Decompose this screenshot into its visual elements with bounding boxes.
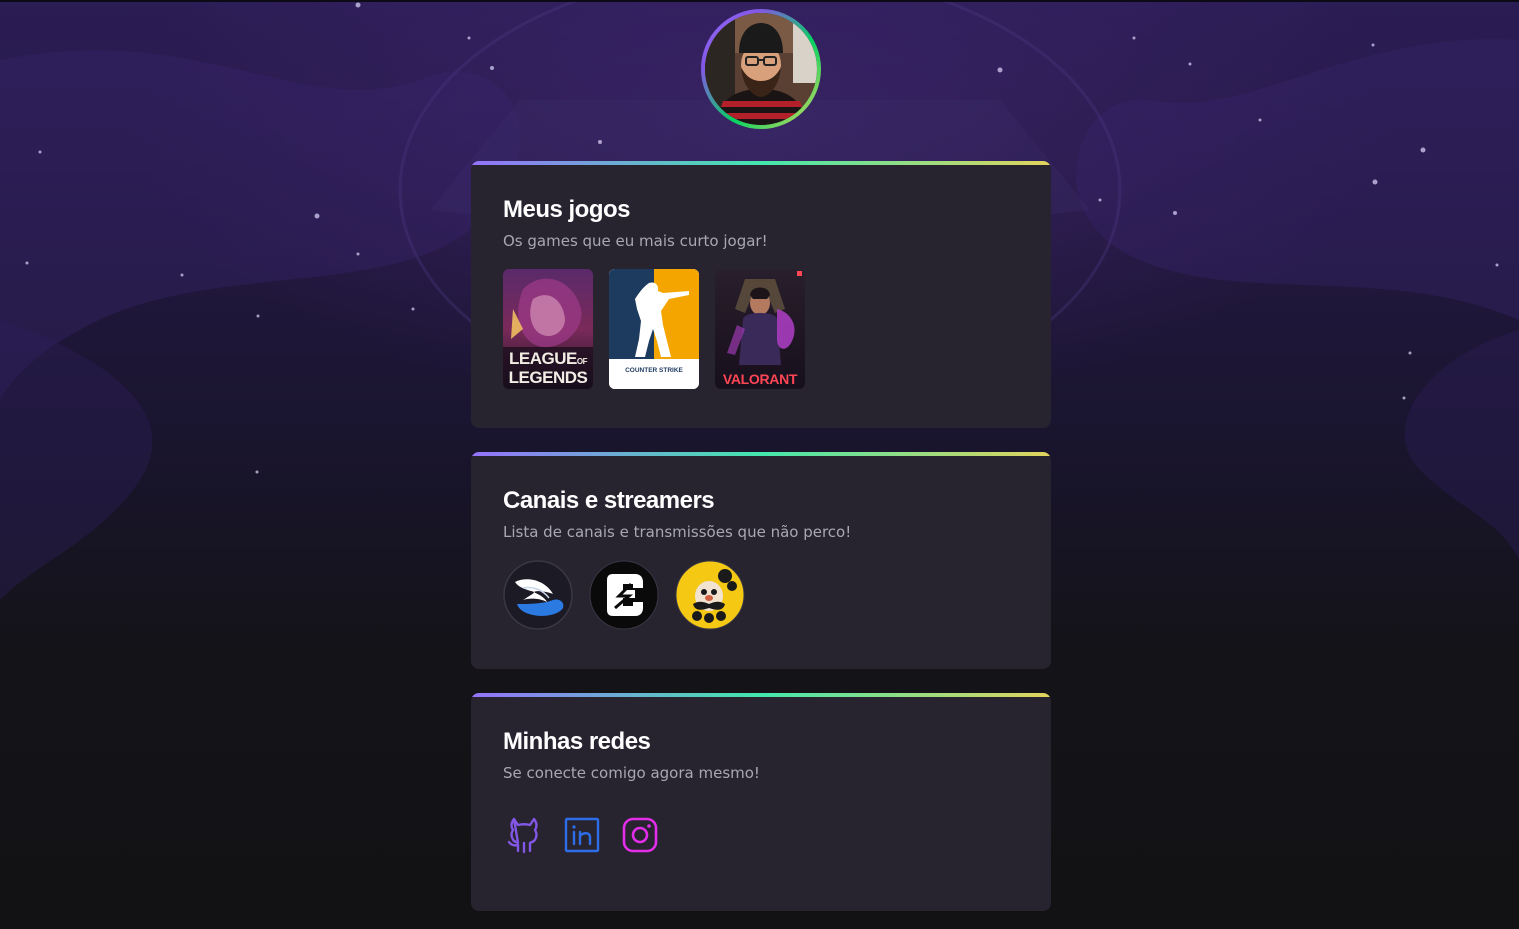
socials-card: Minhas redes Se conecte comigo agora mes… <box>471 693 1051 911</box>
mustache-face-icon <box>675 560 745 630</box>
games-subtitle: Os games que eu mais curto jogar! <box>503 232 768 250</box>
instagram-icon <box>622 817 658 853</box>
github-icon <box>507 817 538 854</box>
socials-subtitle: Se conecte comigo agora mesmo! <box>503 764 760 782</box>
channel-e-logo[interactable] <box>589 560 659 630</box>
valorant-label: VALORANT <box>722 371 798 387</box>
socials-title: Minhas redes <box>503 728 651 755</box>
game-league-of-legends[interactable]: LEAGUEOF LEGENDS <box>503 269 593 389</box>
game-counter-strike[interactable]: COUNTER STRIKE <box>609 269 699 389</box>
channels-card: Canais e streamers Lista de canais e tra… <box>471 452 1051 669</box>
cs-label: COUNTER STRIKE <box>625 367 683 374</box>
game-valorant[interactable]: VALORANT <box>715 269 805 389</box>
lol-label-line1: LEAGUE <box>509 349 577 368</box>
avatar-photo <box>705 13 817 125</box>
channels-title: Canais e streamers <box>503 487 715 514</box>
games-card: Meus jogos Os games que eu mais curto jo… <box>471 161 1051 428</box>
linkedin-link[interactable] <box>562 815 602 855</box>
channel-wing-logo[interactable] <box>503 560 573 630</box>
e-logo-icon <box>589 560 659 630</box>
lol-label-of: OF <box>576 357 588 366</box>
games-title: Meus jogos <box>503 196 631 223</box>
lol-label-line2: LEGENDS <box>508 368 588 387</box>
linkedin-icon <box>564 817 600 853</box>
avatar <box>705 13 817 125</box>
avatar-ring <box>701 9 821 129</box>
channels-subtitle: Lista de canais e transmissões que não p… <box>503 523 852 541</box>
instagram-link[interactable] <box>620 815 660 855</box>
channel-mustache-logo[interactable] <box>675 560 745 630</box>
wing-icon <box>503 560 573 630</box>
github-link[interactable] <box>504 815 544 855</box>
top-border <box>0 0 1519 2</box>
